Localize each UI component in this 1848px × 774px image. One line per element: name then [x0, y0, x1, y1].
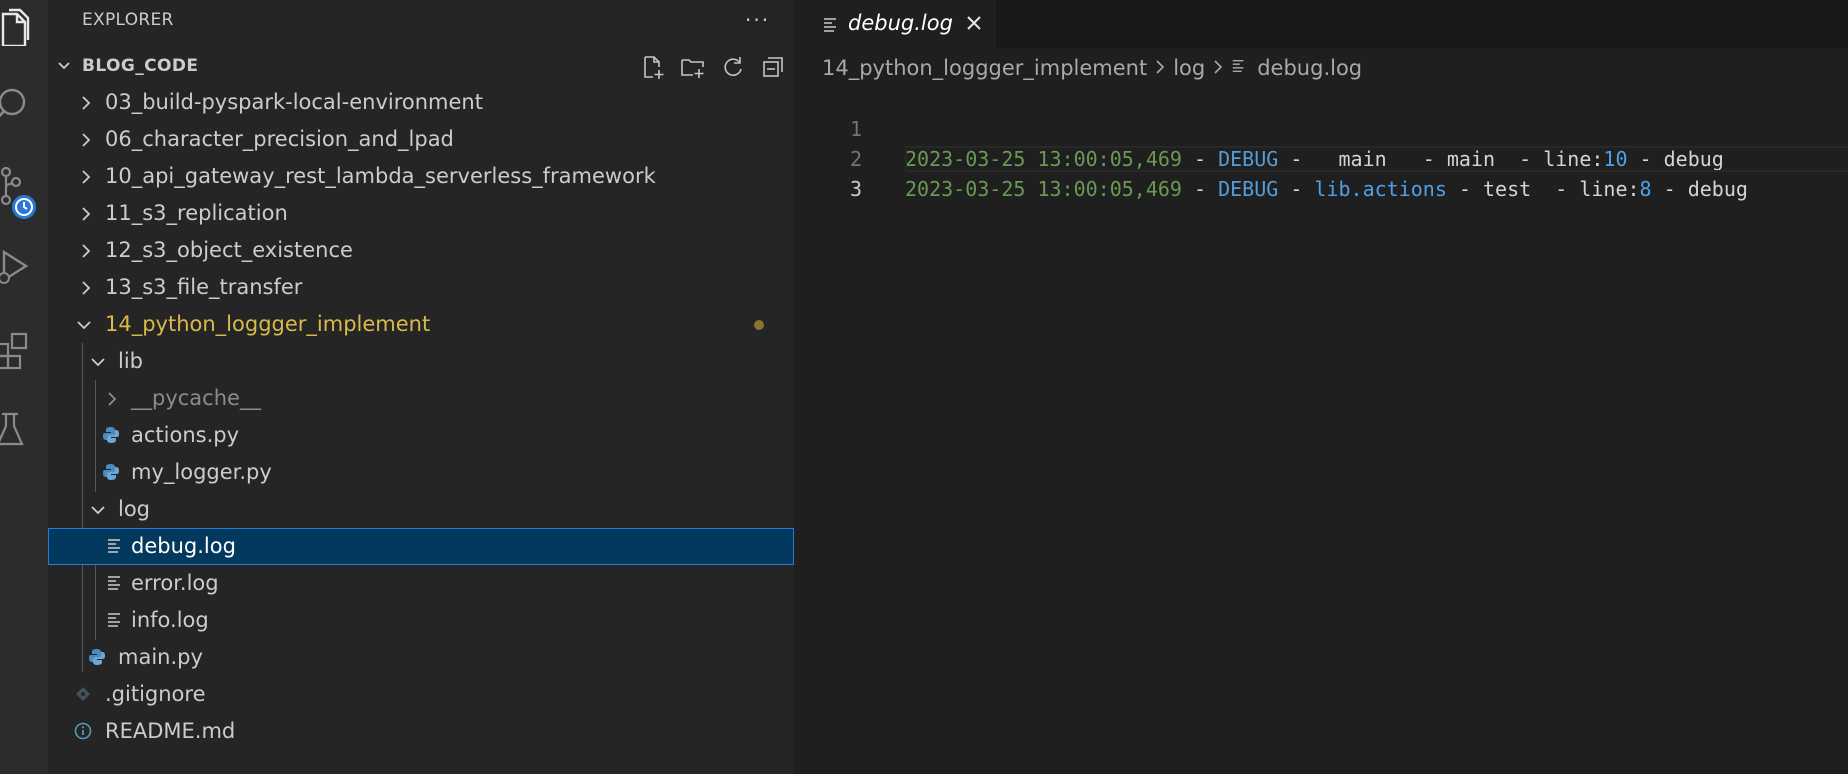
clock-badge-icon [10, 193, 38, 221]
tree-item-folder[interactable]: 06_character_precision_and_lpad [48, 121, 794, 158]
tree-item-file[interactable]: info.log [48, 602, 794, 639]
tree-item-label: my_logger.py [131, 460, 272, 484]
files-icon[interactable] [0, 6, 40, 46]
chevron-right-icon [108, 392, 117, 406]
tree-item-file[interactable]: README.md [48, 713, 794, 750]
more-actions-icon[interactable]: ··· [745, 8, 770, 32]
tree-item-label: actions.py [131, 423, 240, 447]
tree-item-folder-open[interactable]: lib [48, 343, 794, 380]
token: - debug [1651, 177, 1748, 201]
tree-item-folder[interactable]: 11_s3_replication [48, 195, 794, 232]
tree-item-folder[interactable]: 03_build-pyspark-local-environment [48, 84, 794, 121]
tree-item-file[interactable]: my_logger.py [48, 454, 794, 491]
token: - [1181, 177, 1219, 201]
breadcrumb: 14_python_loggger_implement log debug.log [822, 52, 1362, 82]
tree-item-label: 13_s3_file_transfer [105, 275, 303, 299]
explorer-header: EXPLORER [82, 10, 174, 30]
token: - test - line: [1446, 177, 1640, 201]
chevron-right-icon [82, 281, 91, 295]
run-debug-icon[interactable] [0, 248, 40, 288]
tree-item-folder-open[interactable]: 14_python_loggger_implement [48, 306, 794, 343]
python-icon [103, 427, 119, 443]
chevron-down-icon [77, 321, 91, 330]
tree-item-label: 03_build-pyspark-local-environment [105, 90, 483, 114]
line-number: 3 [849, 177, 862, 201]
tree-item-file-selected[interactable]: debug.log [48, 528, 794, 565]
chevron-right-icon [82, 170, 91, 184]
chevron-right-icon [1214, 60, 1223, 74]
token: 8 [1639, 177, 1652, 201]
chevron-right-icon [82, 244, 91, 258]
modified-dot-icon [754, 320, 764, 330]
chevron-right-icon [82, 207, 91, 221]
chevron-right-icon [82, 96, 91, 110]
tree-item-file[interactable]: error.log [48, 565, 794, 602]
workspace-section-header[interactable]: BLOG_CODE [48, 50, 794, 82]
python-icon [103, 464, 119, 480]
token: 2023-03-25 13:00:05,469 [905, 177, 1182, 201]
tree-item-folder-open[interactable]: log [48, 491, 794, 528]
tree-item-label: README.md [105, 719, 236, 743]
tree-item-label: lib [118, 349, 143, 373]
breadcrumb-item[interactable]: 14_python_loggger_implement [822, 53, 1147, 83]
token: lib.actions [1314, 177, 1447, 201]
tree-item-label: __pycache__ [131, 386, 261, 410]
tree-item-label: main.py [118, 645, 203, 669]
collapse-all-icon[interactable] [760, 54, 786, 80]
extensions-icon[interactable] [0, 330, 40, 370]
new-file-icon[interactable] [640, 54, 666, 80]
info-icon [74, 722, 92, 740]
tree-item-label: 06_character_precision_and_lpad [105, 127, 454, 151]
text-file-icon [824, 18, 836, 32]
testing-icon[interactable] [0, 410, 40, 450]
code-line-current: 3 [794, 144, 1848, 201]
breadcrumb-item[interactable]: log [1173, 53, 1205, 83]
tree-item-folder[interactable]: __pycache__ [48, 380, 794, 417]
tree-item-label: error.log [131, 571, 219, 595]
workspace-title: BLOG_CODE [82, 56, 199, 76]
chevron-right-icon [1156, 60, 1165, 74]
tree-item-label: info.log [131, 608, 209, 632]
explorer-sidebar: EXPLORER ··· BLOG_CODE 03_build-pyspark-… [48, 0, 794, 774]
tree-item-folder[interactable]: 10_api_gateway_rest_lambda_serverless_fr… [48, 158, 794, 195]
breadcrumb-item[interactable]: debug.log [1257, 53, 1362, 83]
token: DEBUG [1218, 177, 1279, 201]
tree-item-label: 11_s3_replication [105, 201, 288, 225]
tree-item-folder[interactable]: 12_s3_object_existence [48, 232, 794, 269]
tree-item-file[interactable]: .gitignore [48, 676, 794, 713]
tree-item-label: .gitignore [105, 682, 206, 706]
text-file-icon [108, 576, 120, 590]
tree-item-label: 12_s3_object_existence [105, 238, 353, 262]
text-file-icon [108, 539, 120, 553]
tab-bar: debug.log [794, 0, 1848, 49]
tree-item-file[interactable]: main.py [48, 639, 794, 676]
git-diamond-icon [76, 687, 90, 701]
activity-bar [0, 0, 48, 774]
tree-item-label: debug.log [131, 534, 236, 558]
search-icon[interactable] [0, 84, 40, 124]
text-file-icon [1232, 59, 1244, 73]
editor-area: debug.log 14_python_loggger_implement log… [794, 0, 1848, 774]
tab-debug-log[interactable]: debug.log [794, 0, 996, 49]
close-icon[interactable] [964, 13, 984, 33]
tree-item-folder[interactable]: 13_s3_file_transfer [48, 269, 794, 306]
current-line-highlight [905, 146, 1848, 172]
python-icon [89, 649, 105, 665]
tree-item-label: 14_python_loggger_implement [105, 312, 431, 336]
chevron-down-icon [91, 358, 105, 367]
chevron-down-icon [91, 506, 105, 515]
tab-label: debug.log [848, 11, 953, 35]
text-file-icon [108, 613, 120, 627]
tree-item-file[interactable]: actions.py [48, 417, 794, 454]
token: - [1278, 177, 1315, 201]
chevron-down-icon [58, 62, 70, 70]
new-folder-icon[interactable] [680, 54, 706, 80]
tree-item-label: log [118, 497, 151, 521]
refresh-icon[interactable] [720, 54, 746, 80]
code-line: 2 2023-03-25 13:00:05,469 - DEBUG - lib.… [794, 114, 1848, 201]
line-text: 2023-03-25 13:00:05,469 - DEBUG - lib.ac… [905, 174, 1748, 204]
code-line: 1 2023-03-25 13:00:05,469 - DEBUG - __ma… [794, 84, 1848, 171]
chevron-right-icon [82, 133, 91, 147]
tree-item-label: 10_api_gateway_rest_lambda_serverless_fr… [105, 164, 656, 188]
